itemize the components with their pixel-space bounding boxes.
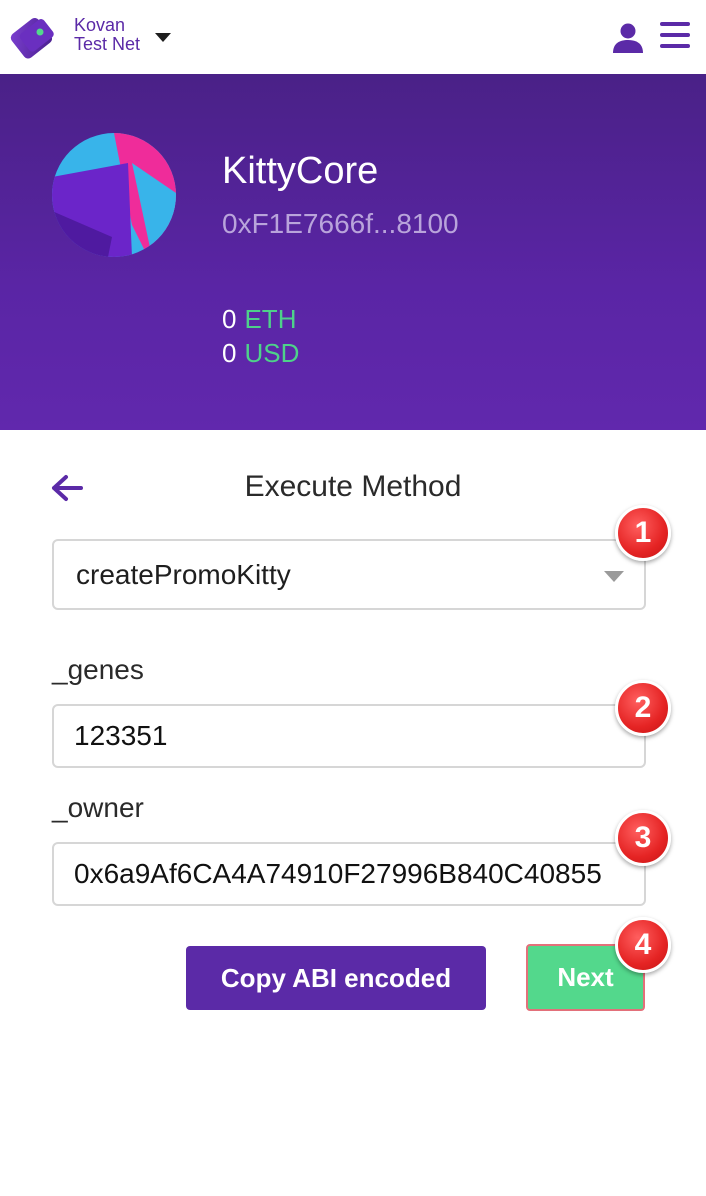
contract-avatar bbox=[52, 133, 176, 257]
field-label-owner: _owner bbox=[52, 792, 144, 823]
step-marker-1: 1 bbox=[615, 505, 671, 561]
method-select-value: createPromoKitty bbox=[76, 559, 291, 590]
contract-address[interactable]: 0xF1E7666f...8100 bbox=[222, 208, 459, 240]
owner-input[interactable] bbox=[52, 842, 646, 906]
account-icon[interactable] bbox=[612, 22, 644, 54]
page-title: Execute Method bbox=[244, 470, 462, 503]
method-select[interactable]: createPromoKitty bbox=[52, 539, 646, 610]
contract-header: KittyCore 0xF1E7666f...8100 0 ETH 0 USD bbox=[0, 74, 706, 430]
balance-unit: ETH bbox=[244, 304, 297, 334]
wallet-logo-icon[interactable] bbox=[8, 14, 58, 60]
network-selector[interactable]: Kovan Test Net bbox=[74, 16, 140, 54]
network-name-line1: Kovan bbox=[74, 15, 126, 35]
field-label-genes: _genes bbox=[52, 654, 144, 685]
balance-eth: 0 ETH bbox=[222, 304, 296, 335]
contract-name: KittyCore bbox=[222, 150, 379, 192]
balance-usd: 0 USD bbox=[222, 338, 299, 369]
copy-abi-encoded-button[interactable]: Copy ABI encoded bbox=[186, 946, 486, 1010]
top-bar: Kovan Test Net bbox=[0, 0, 706, 74]
step-marker-2: 2 bbox=[615, 680, 671, 736]
chevron-down-icon[interactable] bbox=[155, 33, 171, 42]
step-marker-4: 4 bbox=[615, 917, 671, 973]
balance-amount: 0 bbox=[222, 304, 237, 334]
dropdown-caret-icon bbox=[604, 571, 624, 582]
step-marker-3: 3 bbox=[615, 810, 671, 866]
back-arrow-icon[interactable] bbox=[50, 474, 84, 502]
balance-unit: USD bbox=[244, 338, 300, 368]
network-name-line2: Test Net bbox=[74, 34, 141, 54]
balance-amount: 0 bbox=[222, 338, 237, 368]
hamburger-menu-icon[interactable] bbox=[660, 22, 692, 50]
genes-input[interactable] bbox=[52, 704, 646, 768]
